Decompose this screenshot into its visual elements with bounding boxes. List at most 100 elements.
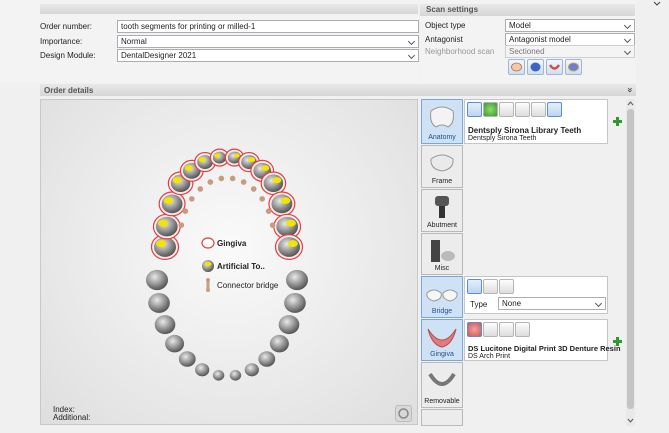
artificial-tooth-icon [202,260,214,272]
lower-tooth[interactable] [178,351,196,367]
lower-tooth[interactable] [154,315,176,335]
upper-tooth[interactable] [274,234,304,261]
scan-jaw-model-icon[interactable] [527,59,544,75]
tab-removable[interactable]: Removable [421,362,463,408]
anatomy-tooth-icon [430,106,454,128]
upper-tooth[interactable] [268,191,296,217]
add-anatomy-icon[interactable] [612,116,622,126]
bridge-connector-icon[interactable] [499,279,514,294]
removable-icon [428,372,456,386]
scroll-up-icon[interactable] [626,99,635,107]
order-form: Order number: tooth segments for printin… [0,0,419,83]
top-collapse-icon[interactable] [653,0,661,8]
order-details-title: Order details [44,86,94,95]
tab-anatomy[interactable]: Anatomy [421,99,463,144]
legend-artificial: Artificial To.. [201,259,265,275]
upper-tooth[interactable] [152,213,181,240]
tab-frame[interactable]: Frame [421,145,463,188]
scan-settings-title: Scan settings [426,5,479,14]
tab-frame-label: Frame [431,178,453,185]
gingiva-outline-icon [201,237,215,249]
design-module-select[interactable]: DentalDesigner 2021 [117,49,419,62]
bridge-card: Type None [464,276,608,314]
antagonist-label: Antagonist [425,35,463,44]
tab-more[interactable] [421,409,463,426]
lower-tooth[interactable] [258,351,276,367]
order-number-input[interactable]: tooth segments for printing or milled-1 [117,20,419,33]
abutment-icon [435,196,449,218]
bridge-tool-icon[interactable] [483,279,498,294]
additional-label: Additional: [53,413,91,422]
tab-bridge[interactable]: Bridge [421,276,463,318]
design-module-label: Design Module: [40,51,96,60]
legend-gingiva-label: Gingiva [217,239,247,248]
add-gingiva-icon[interactable] [612,336,622,346]
connector-dot [189,196,195,202]
shape-veneer-icon[interactable] [547,102,562,117]
object-type-select[interactable]: Model [505,19,635,32]
scroll-down-icon[interactable] [626,417,635,425]
scan-jaw-lower-icon[interactable] [546,59,563,75]
tab-bridge-label: Bridge [431,308,453,315]
reset-view-icon[interactable] [395,405,412,422]
lower-tooth[interactable] [244,363,259,377]
details-collapse-button[interactable]: » [626,87,636,92]
lower-tooth[interactable] [148,293,170,313]
legend-artificial-label: Artificial To.. [217,262,265,271]
bridge-type-select[interactable]: None [498,297,606,310]
gingiva-full-icon[interactable] [467,322,482,337]
gingiva-partial-icon[interactable] [483,322,498,337]
legend-gingiva: Gingiva [201,237,246,251]
upper-tooth[interactable] [260,171,287,196]
connector-dot [240,179,247,185]
tab-anatomy-label: Anatomy [428,134,456,141]
legend-connector: Connector bridge [201,278,278,294]
gingiva-toolbar [467,322,531,337]
shape-molar-icon[interactable] [467,102,482,117]
lower-tooth[interactable] [212,370,225,381]
gingiva-upper-icon[interactable] [499,322,514,337]
order-details-header: Order details [40,84,636,96]
neighborhood-scan-label: Neighborhood scan [425,47,495,56]
importance-label: Importance: [40,37,83,46]
upper-tooth[interactable] [158,191,186,217]
lower-tooth[interactable] [269,334,289,353]
scan-jaw-upper-icon[interactable] [508,59,525,75]
shape-green-icon[interactable] [483,102,498,117]
order-number-label: Order number: [40,22,93,31]
connector-bridge-icon [206,278,210,292]
lower-tooth[interactable] [195,363,210,377]
anatomy-library-subtitle: Dentsply Sirona Teeth [468,135,537,142]
connector-dot [178,222,185,228]
lower-tooth[interactable] [284,293,306,313]
details-scrollbar[interactable] [626,99,635,426]
gingiva-lower-icon[interactable] [515,322,530,337]
legend-connector-label: Connector bridge [217,281,279,290]
shape-crown-icon[interactable] [499,102,514,117]
shape-incisor-icon[interactable] [515,102,530,117]
connector-dot [182,208,189,214]
order-form-header [40,4,418,14]
tab-misc[interactable]: Misc [421,233,463,275]
gingiva-denture-icon [427,328,457,348]
bridge-icon [426,289,458,302]
connector-dot [259,196,265,202]
lower-tooth[interactable] [165,334,185,353]
bridge-pontic-icon[interactable] [467,279,482,294]
lower-tooth[interactable] [229,370,242,381]
connector-dot [218,175,225,182]
scrollbar-thumb[interactable] [627,109,634,409]
lower-tooth[interactable] [278,315,300,335]
scan-settings-panel: Scan settings Object type Model Antagoni… [420,0,636,83]
scan-settings-header: Scan settings [420,4,635,16]
gingiva-material-title: DS Lucitone Digital Print 3D Denture Res… [468,344,621,353]
tooth-chart-panel: Gingiva Artificial To.. Connector bridge… [40,99,418,425]
importance-select[interactable]: Normal [117,35,419,48]
lower-tooth[interactable] [146,269,168,291]
tab-abutment-label: Abutment [427,222,457,229]
lower-tooth[interactable] [286,269,308,291]
tab-abutment[interactable]: Abutment [421,189,463,232]
shape-inlay-icon[interactable] [531,102,546,117]
scan-jaw-antagonist-icon[interactable] [565,59,582,75]
tab-gingiva[interactable]: Gingiva [421,319,463,361]
